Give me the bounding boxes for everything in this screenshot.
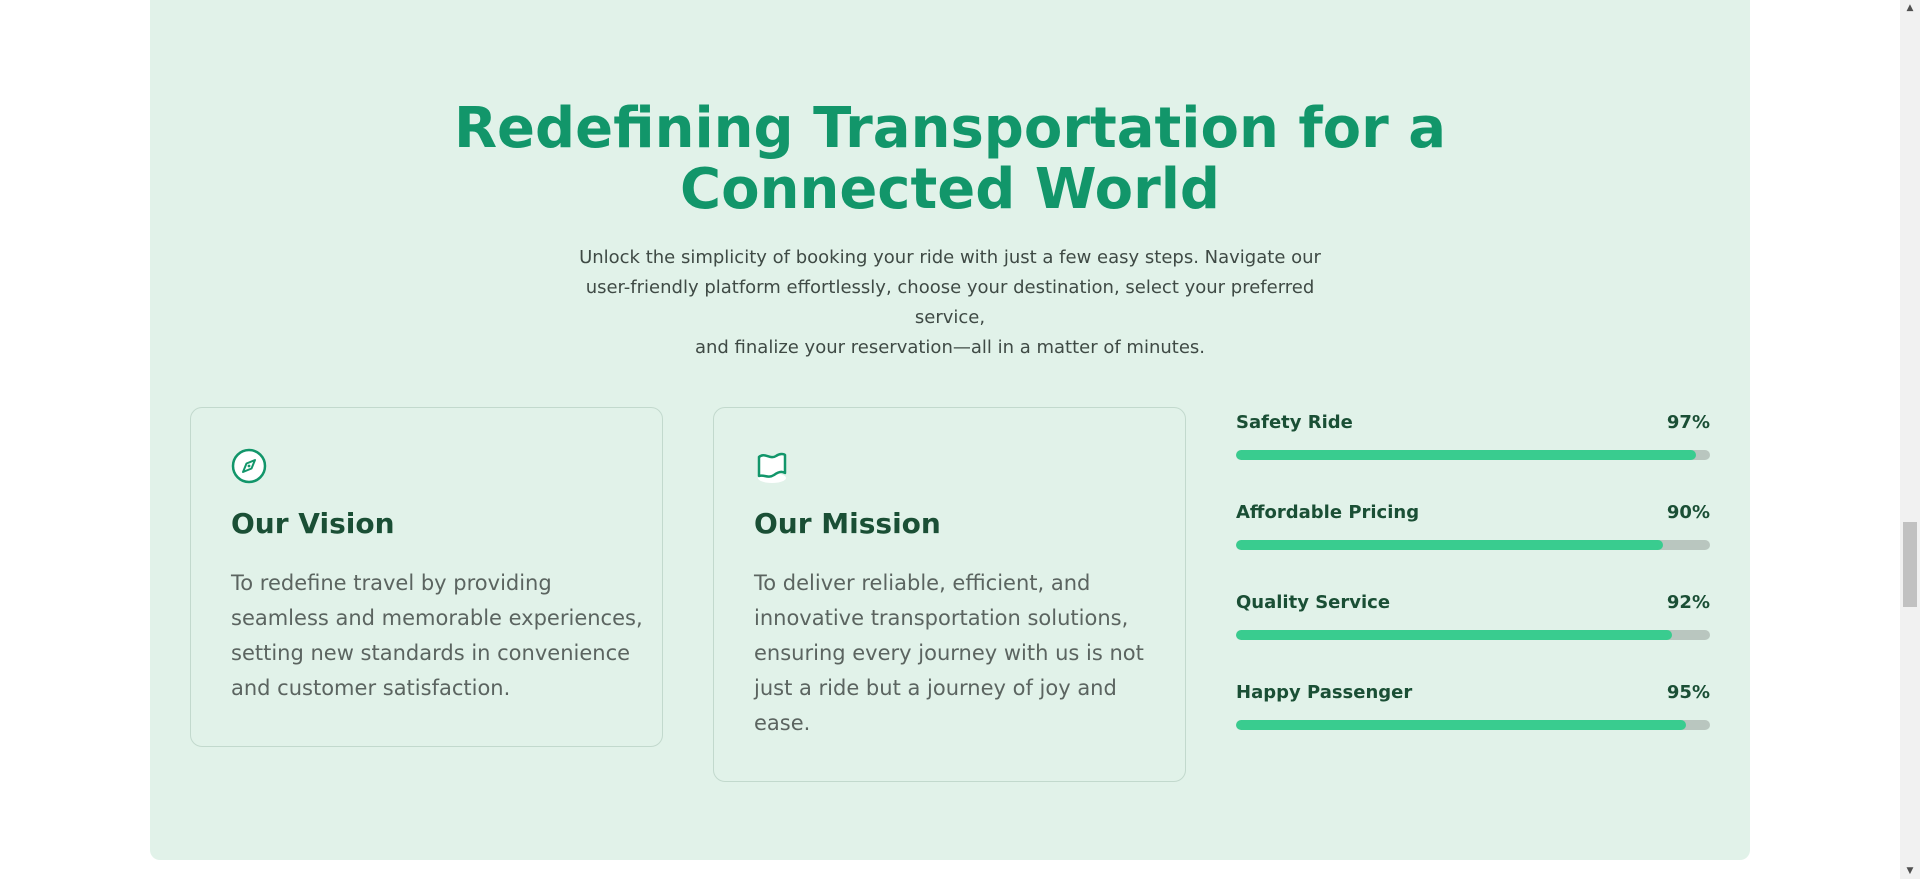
section-title-line: Connected World: [680, 157, 1220, 222]
progress-fill: [1236, 450, 1696, 460]
vision-text: To redefine travel by providing seamless…: [231, 566, 643, 706]
section-subtitle-line: Unlock the simplicity of booking your ri…: [579, 247, 1321, 268]
about-section: Redefining Transportation for a Connecte…: [150, 0, 1750, 860]
progress-fill: [1236, 720, 1687, 730]
section-subtitle: Unlock the simplicity of booking your ri…: [550, 243, 1350, 363]
section-title: Redefining Transportation for a Connecte…: [150, 98, 1750, 220]
stat-happy-passenger: Happy Passenger 95%: [1236, 677, 1710, 767]
stat-label: Happy Passenger: [1236, 681, 1413, 703]
stat-value: 92%: [1666, 591, 1710, 613]
mission-text-line: ease.: [754, 711, 811, 735]
progress-fill: [1236, 540, 1663, 550]
progress-track: [1236, 720, 1710, 730]
compass-icon: [231, 448, 267, 484]
mission-card: Our Mission To deliver reliable, efficie…: [713, 407, 1186, 782]
stat-label: Quality Service: [1236, 591, 1391, 613]
section-title-line: Redefining Transportation for a: [453, 96, 1447, 161]
vision-title: Our Vision: [231, 507, 395, 540]
stats-list: Safety Ride 97% Affordable Pricing 90% Q…: [1236, 407, 1710, 767]
stat-affordable-pricing: Affordable Pricing 90%: [1236, 497, 1710, 587]
stat-value: 95%: [1666, 681, 1710, 703]
progress-track: [1236, 450, 1710, 460]
stat-label: Safety Ride: [1236, 411, 1353, 433]
mission-text: To deliver reliable, efficient, and inno…: [754, 566, 1154, 741]
page: Redefining Transportation for a Connecte…: [0, 0, 1920, 879]
scroll-up-arrow-icon[interactable]: ▲: [1900, 0, 1920, 16]
stat-value: 90%: [1666, 501, 1710, 523]
vision-text-line: setting new standards in convenience: [231, 641, 631, 665]
stat-label: Affordable Pricing: [1236, 501, 1420, 523]
mission-text-line: just a ride but a journey of joy and: [754, 676, 1117, 700]
vision-card: Our Vision To redefine travel by providi…: [190, 407, 663, 747]
progress-track: [1236, 630, 1710, 640]
stat-value: 97%: [1666, 411, 1710, 433]
vision-text-line: seamless and memorable experiences,: [231, 606, 643, 630]
section-subtitle-line: and finalize your reservation—all in a m…: [694, 337, 1206, 358]
stat-safety-ride: Safety Ride 97%: [1236, 407, 1710, 497]
scrollbar-thumb[interactable]: [1903, 522, 1917, 607]
stat-quality-service: Quality Service 92%: [1236, 587, 1710, 677]
vision-text-line: and customer satisfaction.: [231, 676, 511, 700]
mission-text-line: innovative transportation solutions,: [754, 606, 1129, 630]
progress-track: [1236, 540, 1710, 550]
flag-icon: [754, 448, 790, 484]
mission-title: Our Mission: [754, 507, 941, 540]
mission-text-line: ensuring every journey with us is not: [754, 641, 1144, 665]
mission-text-line: To deliver reliable, efficient, and: [754, 571, 1091, 595]
section-subtitle-line: user-friendly platform effortlessly, cho…: [585, 277, 1315, 328]
vision-text-line: To redefine travel by providing: [231, 571, 552, 595]
scroll-down-arrow-icon[interactable]: ▼: [1900, 863, 1920, 879]
page-scrollbar[interactable]: ▲ ▼: [1900, 0, 1920, 879]
progress-fill: [1236, 630, 1673, 640]
